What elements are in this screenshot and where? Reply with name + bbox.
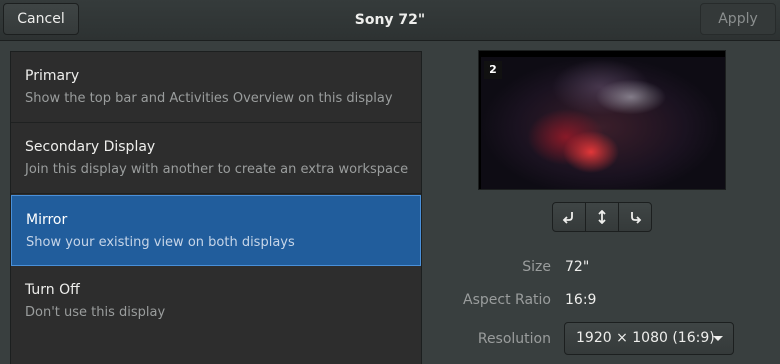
rotate-right-icon bbox=[631, 212, 642, 224]
cancel-button[interactable]: Cancel bbox=[3, 3, 79, 35]
wallpaper-image bbox=[481, 57, 725, 189]
rotate-180-button[interactable] bbox=[586, 203, 619, 231]
rotate-right-button[interactable] bbox=[619, 203, 651, 231]
aspect-ratio-label: Aspect Ratio bbox=[463, 292, 551, 308]
resolution-dropdown[interactable]: 1920 × 1080 (16:9) bbox=[564, 322, 734, 355]
mode-description: Show your existing view on both displays bbox=[26, 235, 295, 250]
display-preview: 2 bbox=[478, 50, 726, 190]
mode-title: Mirror bbox=[26, 212, 68, 228]
resolution-value: 1920 × 1080 (16:9) bbox=[576, 330, 715, 346]
window-title: Sony 72" bbox=[354, 12, 426, 28]
resolution-label: Resolution bbox=[477, 331, 551, 347]
rotate-left-button[interactable] bbox=[553, 203, 586, 231]
display-number-badge: 2 bbox=[484, 61, 502, 79]
aspect-ratio-value: 16:9 bbox=[565, 292, 597, 308]
rotation-button-group bbox=[552, 202, 652, 232]
apply-button[interactable]: Apply bbox=[700, 3, 776, 35]
mode-description: Show the top bar and Activities Overview… bbox=[25, 91, 393, 106]
mode-row-mirror[interactable]: Mirror Show your existing view on both d… bbox=[11, 195, 421, 266]
size-value: 72" bbox=[565, 259, 590, 275]
size-label: Size bbox=[522, 259, 551, 275]
rotate-left-icon bbox=[562, 212, 573, 224]
mode-title: Primary bbox=[25, 68, 80, 84]
mode-description: Don't use this display bbox=[25, 305, 166, 320]
mode-description: Join this display with another to create… bbox=[25, 162, 409, 177]
mode-title: Secondary Display bbox=[25, 139, 156, 155]
mode-row-secondary[interactable]: Secondary Display Join this display with… bbox=[11, 123, 421, 194]
rotate-180-icon bbox=[598, 210, 606, 224]
mode-row-primary[interactable]: Primary Show the top bar and Activities … bbox=[11, 52, 421, 123]
mode-title: Turn Off bbox=[25, 282, 80, 298]
display-mode-list: Primary Show the top bar and Activities … bbox=[10, 51, 422, 364]
mode-row-turn-off[interactable]: Turn Off Don't use this display bbox=[11, 266, 421, 337]
chevron-down-icon bbox=[713, 336, 723, 341]
header-bar: Cancel Sony 72" Apply bbox=[0, 0, 780, 41]
